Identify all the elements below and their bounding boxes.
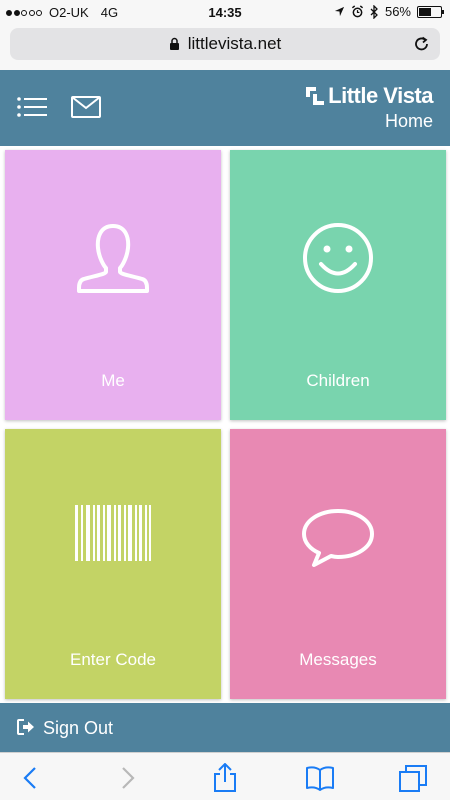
person-icon (77, 224, 149, 293)
lock-icon (169, 37, 179, 50)
share-icon (214, 763, 236, 792)
menu-list-icon[interactable] (17, 96, 47, 118)
tabs-icon (399, 765, 427, 792)
tile-enter-code-label: Enter Code (70, 650, 156, 669)
location-arrow-icon (334, 6, 345, 17)
browser-url-area: littlevista.net (0, 24, 450, 70)
back-arrow-icon (23, 767, 36, 789)
tabs-button[interactable] (398, 763, 428, 793)
battery-percent: 56% (384, 4, 411, 19)
app-header: Little Vista Home (0, 70, 450, 146)
reload-icon[interactable] (412, 34, 432, 54)
sign-out-icon (17, 719, 34, 735)
mail-icon[interactable] (71, 96, 101, 118)
brand: Little Vista Home (305, 83, 433, 132)
status-bar: O2-UK 4G 14:35 56% (0, 0, 450, 24)
status-right: 56% (334, 4, 444, 19)
smiley-icon (303, 223, 373, 293)
page-title: Home (384, 111, 433, 131)
tile-me[interactable]: Me (5, 150, 221, 420)
tile-children-label: Children (306, 371, 370, 390)
forward-button[interactable] (113, 763, 143, 793)
browser-toolbar (0, 752, 450, 800)
book-icon (306, 766, 334, 791)
address-bar[interactable]: littlevista.net (10, 28, 440, 60)
battery-icon (417, 5, 444, 18)
share-button[interactable] (210, 763, 240, 793)
sign-out-label: Sign Out (43, 718, 114, 738)
bluetooth-icon (370, 4, 378, 19)
tile-messages-label: Messages (299, 650, 377, 669)
tile-enter-code[interactable]: Enter Code (5, 429, 221, 699)
sign-out-button[interactable]: Sign Out (0, 703, 450, 752)
tile-messages[interactable]: Messages (230, 429, 446, 699)
tile-me-label: Me (101, 371, 125, 390)
tile-children[interactable]: Children (230, 150, 446, 420)
brand-name: Little Vista (328, 83, 433, 108)
speech-bubble-icon (302, 509, 374, 567)
url-text: littlevista.net (187, 34, 282, 53)
battery-level-fill (419, 7, 431, 16)
bookmarks-button[interactable] (305, 763, 335, 793)
alarm-icon (351, 5, 364, 18)
forward-arrow-icon (122, 767, 135, 789)
little-vista-logo-icon (306, 87, 325, 105)
back-button[interactable] (15, 763, 45, 793)
barcode-icon (75, 505, 151, 561)
